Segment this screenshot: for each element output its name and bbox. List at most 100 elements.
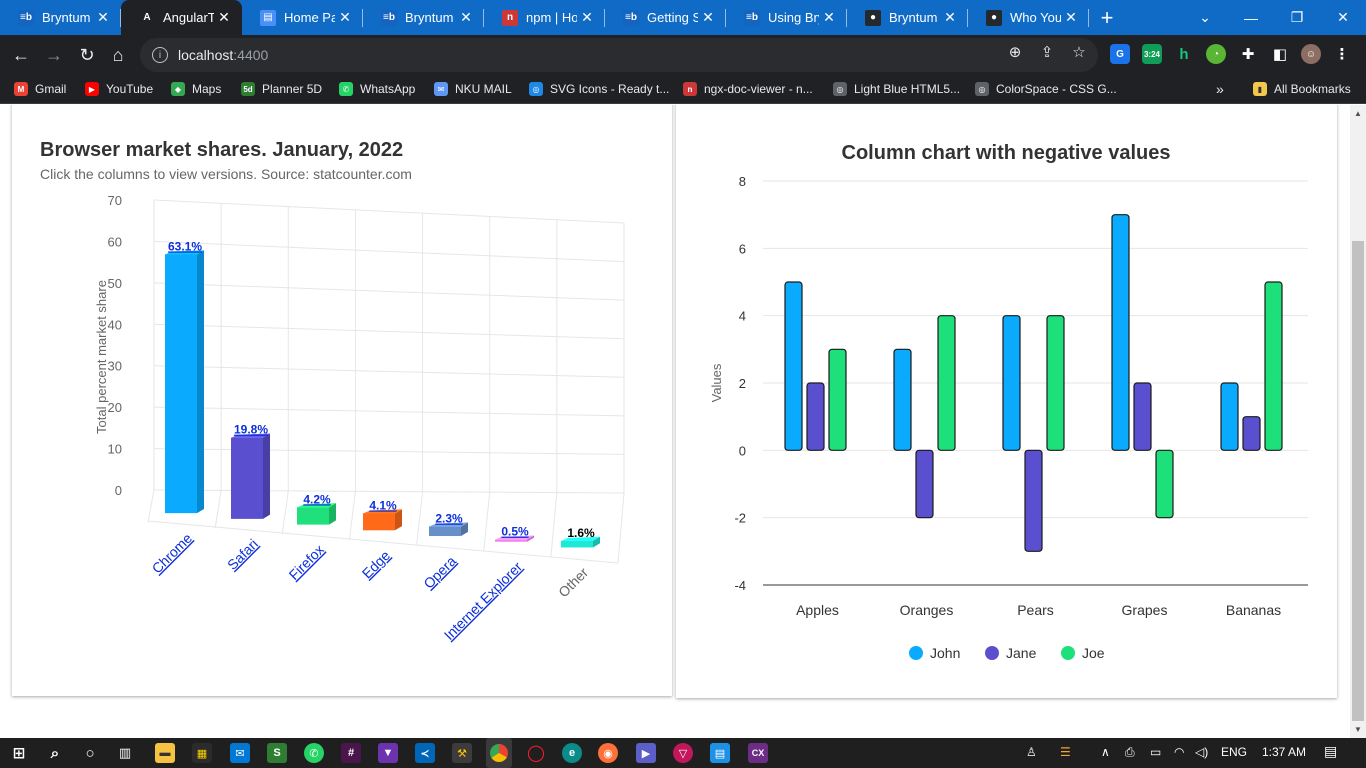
share-icon[interactable]: ⇪ xyxy=(1036,43,1058,61)
menu-kebab-icon[interactable]: ⋮ xyxy=(1332,44,1352,64)
bar-joe-bananas[interactable] xyxy=(1264,281,1283,451)
battery-icon[interactable]: ▭ xyxy=(1150,745,1161,759)
back-icon[interactable]: ← xyxy=(9,43,33,67)
show-hidden-icons[interactable]: ∧ xyxy=(1101,745,1110,759)
browser-tab[interactable]: ≡b Bryntum G✕ xyxy=(0,0,121,35)
bar-joe-pears[interactable] xyxy=(1046,315,1065,451)
scrollbar-thumb[interactable] xyxy=(1352,241,1364,721)
side-panel-icon[interactable]: ◧ xyxy=(1270,44,1290,64)
legend-marker[interactable] xyxy=(985,646,999,660)
browser-tab[interactable]: ▤ Home Pag✕ xyxy=(242,0,363,35)
legend-item-jane[interactable]: Jane xyxy=(985,645,1037,661)
close-tab-icon[interactable]: ✕ xyxy=(940,9,960,26)
bookmark-item[interactable]: n ngx-doc-viewer - n... xyxy=(683,81,813,97)
cortana-icon[interactable]: ○ xyxy=(80,743,100,763)
tray-app-icon[interactable]: ☰ xyxy=(1060,745,1071,759)
bar-john-apples[interactable] xyxy=(784,281,803,451)
bar-joe-oranges[interactable] xyxy=(937,315,956,451)
forward-icon[interactable]: → xyxy=(42,43,66,67)
legend-item-john[interactable]: John xyxy=(909,645,960,661)
chrome-icon[interactable] xyxy=(486,738,512,768)
task-view-icon[interactable]: ▥ xyxy=(115,743,135,763)
profile-avatar[interactable]: ☺ xyxy=(1301,44,1321,64)
browser-tab[interactable]: ≡b Using Bryn✕ xyxy=(726,0,847,35)
bar-jane-apples[interactable] xyxy=(806,382,825,451)
terminal-icon[interactable]: CX xyxy=(748,743,768,763)
bar-joe-apples[interactable] xyxy=(828,348,847,451)
x-tick-label[interactable]: Opera xyxy=(420,553,459,592)
bookmark-star-icon[interactable]: ☆ xyxy=(1068,43,1090,61)
data-label[interactable]: 63.1% xyxy=(168,239,202,253)
x-tick-label[interactable]: Chrome xyxy=(149,530,196,577)
reload-icon[interactable]: ↻ xyxy=(75,43,99,67)
bookmark-item[interactable]: M Gmail xyxy=(14,81,66,97)
windows-start-icon[interactable]: ⊞ xyxy=(9,743,29,763)
data-label[interactable]: 4.1% xyxy=(369,498,397,512)
close-tab-icon[interactable]: ✕ xyxy=(819,9,839,26)
bar-front[interactable] xyxy=(165,254,197,514)
volume-icon[interactable]: ◁) xyxy=(1195,745,1208,759)
clock-extension-icon[interactable]: ◔ xyxy=(1206,44,1226,64)
mail-icon[interactable]: ✉ xyxy=(230,743,250,763)
close-tab-icon[interactable]: ✕ xyxy=(93,9,113,26)
hubspot-extension-icon[interactable]: h xyxy=(1174,44,1194,64)
tab-search-icon[interactable]: ⌄ xyxy=(1182,0,1228,35)
language-indicator[interactable]: ENG xyxy=(1221,745,1247,759)
bar-chrome[interactable] xyxy=(165,250,204,514)
all-bookmarks-button[interactable]: ▮ All Bookmarks xyxy=(1253,81,1351,97)
bar-front[interactable] xyxy=(495,539,527,542)
site-info-icon[interactable]: i xyxy=(152,47,168,63)
bookmarks-overflow-button[interactable]: » xyxy=(1216,81,1224,97)
translate-extension-icon[interactable]: G xyxy=(1110,44,1130,64)
calendar-extension-icon[interactable]: 3:24 xyxy=(1142,44,1162,64)
visual-studio-icon[interactable]: ▼ xyxy=(378,743,398,763)
data-label[interactable]: 19.8% xyxy=(234,423,268,437)
people-icon[interactable]: ♙ xyxy=(1026,745,1037,759)
close-tab-icon[interactable]: ✕ xyxy=(456,9,476,26)
bar-side[interactable] xyxy=(263,433,270,519)
scroll-down-icon[interactable]: ▼ xyxy=(1354,725,1362,734)
bar-jane-oranges[interactable] xyxy=(915,449,934,519)
bookmark-item[interactable]: ✆ WhatsApp xyxy=(339,81,415,97)
bar-john-oranges[interactable] xyxy=(893,348,912,451)
x-tick-label[interactable]: Firefox xyxy=(286,541,328,583)
bookmark-item[interactable]: ◎ SVG Icons - Ready t... xyxy=(529,81,669,97)
device-icon[interactable]: ⎙ xyxy=(1125,745,1135,760)
bar-firefox[interactable] xyxy=(297,503,336,525)
home-icon[interactable]: ⌂ xyxy=(106,43,130,67)
bookmark-item[interactable]: ▶ YouTube xyxy=(85,81,153,97)
bar-jane-bananas[interactable] xyxy=(1242,416,1261,451)
browser-tab[interactable]: ● Bryntum ✕ xyxy=(847,0,968,35)
bar-front[interactable] xyxy=(429,526,461,537)
data-label[interactable]: 4.2% xyxy=(303,492,331,506)
data-label[interactable]: 2.3% xyxy=(435,512,463,526)
notifications-icon[interactable]: ▤ xyxy=(1324,743,1337,760)
bookmark-item[interactable]: ✉ NKU MAIL xyxy=(434,81,512,97)
close-tab-icon[interactable]: ✕ xyxy=(335,9,355,26)
close-tab-icon[interactable]: ✕ xyxy=(214,9,234,26)
close-tab-icon[interactable]: ✕ xyxy=(1061,9,1081,26)
skype-icon[interactable]: S xyxy=(267,743,287,763)
bar-front[interactable] xyxy=(363,513,395,531)
search-icon[interactable]: ⌕ xyxy=(45,743,65,763)
legend-item-joe[interactable]: Joe xyxy=(1061,645,1105,661)
data-label[interactable]: 0.5% xyxy=(501,525,529,539)
clock[interactable]: 1:37 AM xyxy=(1262,745,1306,759)
page-scrollbar[interactable]: ▲ ▼ xyxy=(1350,105,1366,738)
bookmark-item[interactable]: ◎ ColorSpace - CSS G... xyxy=(975,81,1117,97)
address-bar[interactable]: i localhost :4400 xyxy=(140,38,1098,72)
close-window-icon[interactable]: ✕ xyxy=(1320,0,1366,35)
legend-label[interactable]: John xyxy=(930,645,960,661)
opera-icon[interactable]: ◯ xyxy=(526,743,546,763)
bar-joe-grapes[interactable] xyxy=(1155,449,1174,519)
slack-icon[interactable]: # xyxy=(341,743,361,763)
extensions-puzzle-icon[interactable]: ✚ xyxy=(1238,44,1258,64)
x-tick-label[interactable]: Edge xyxy=(359,547,394,582)
bar-front[interactable] xyxy=(297,507,329,525)
bar-safari[interactable] xyxy=(231,433,270,519)
legend-marker[interactable] xyxy=(909,646,923,660)
edge-icon[interactable]: e xyxy=(562,743,582,763)
x-tick-label[interactable]: Internet Explorer xyxy=(441,558,526,643)
app2-icon[interactable]: ▽ xyxy=(673,743,693,763)
whatsapp-icon[interactable]: ✆ xyxy=(304,743,324,763)
